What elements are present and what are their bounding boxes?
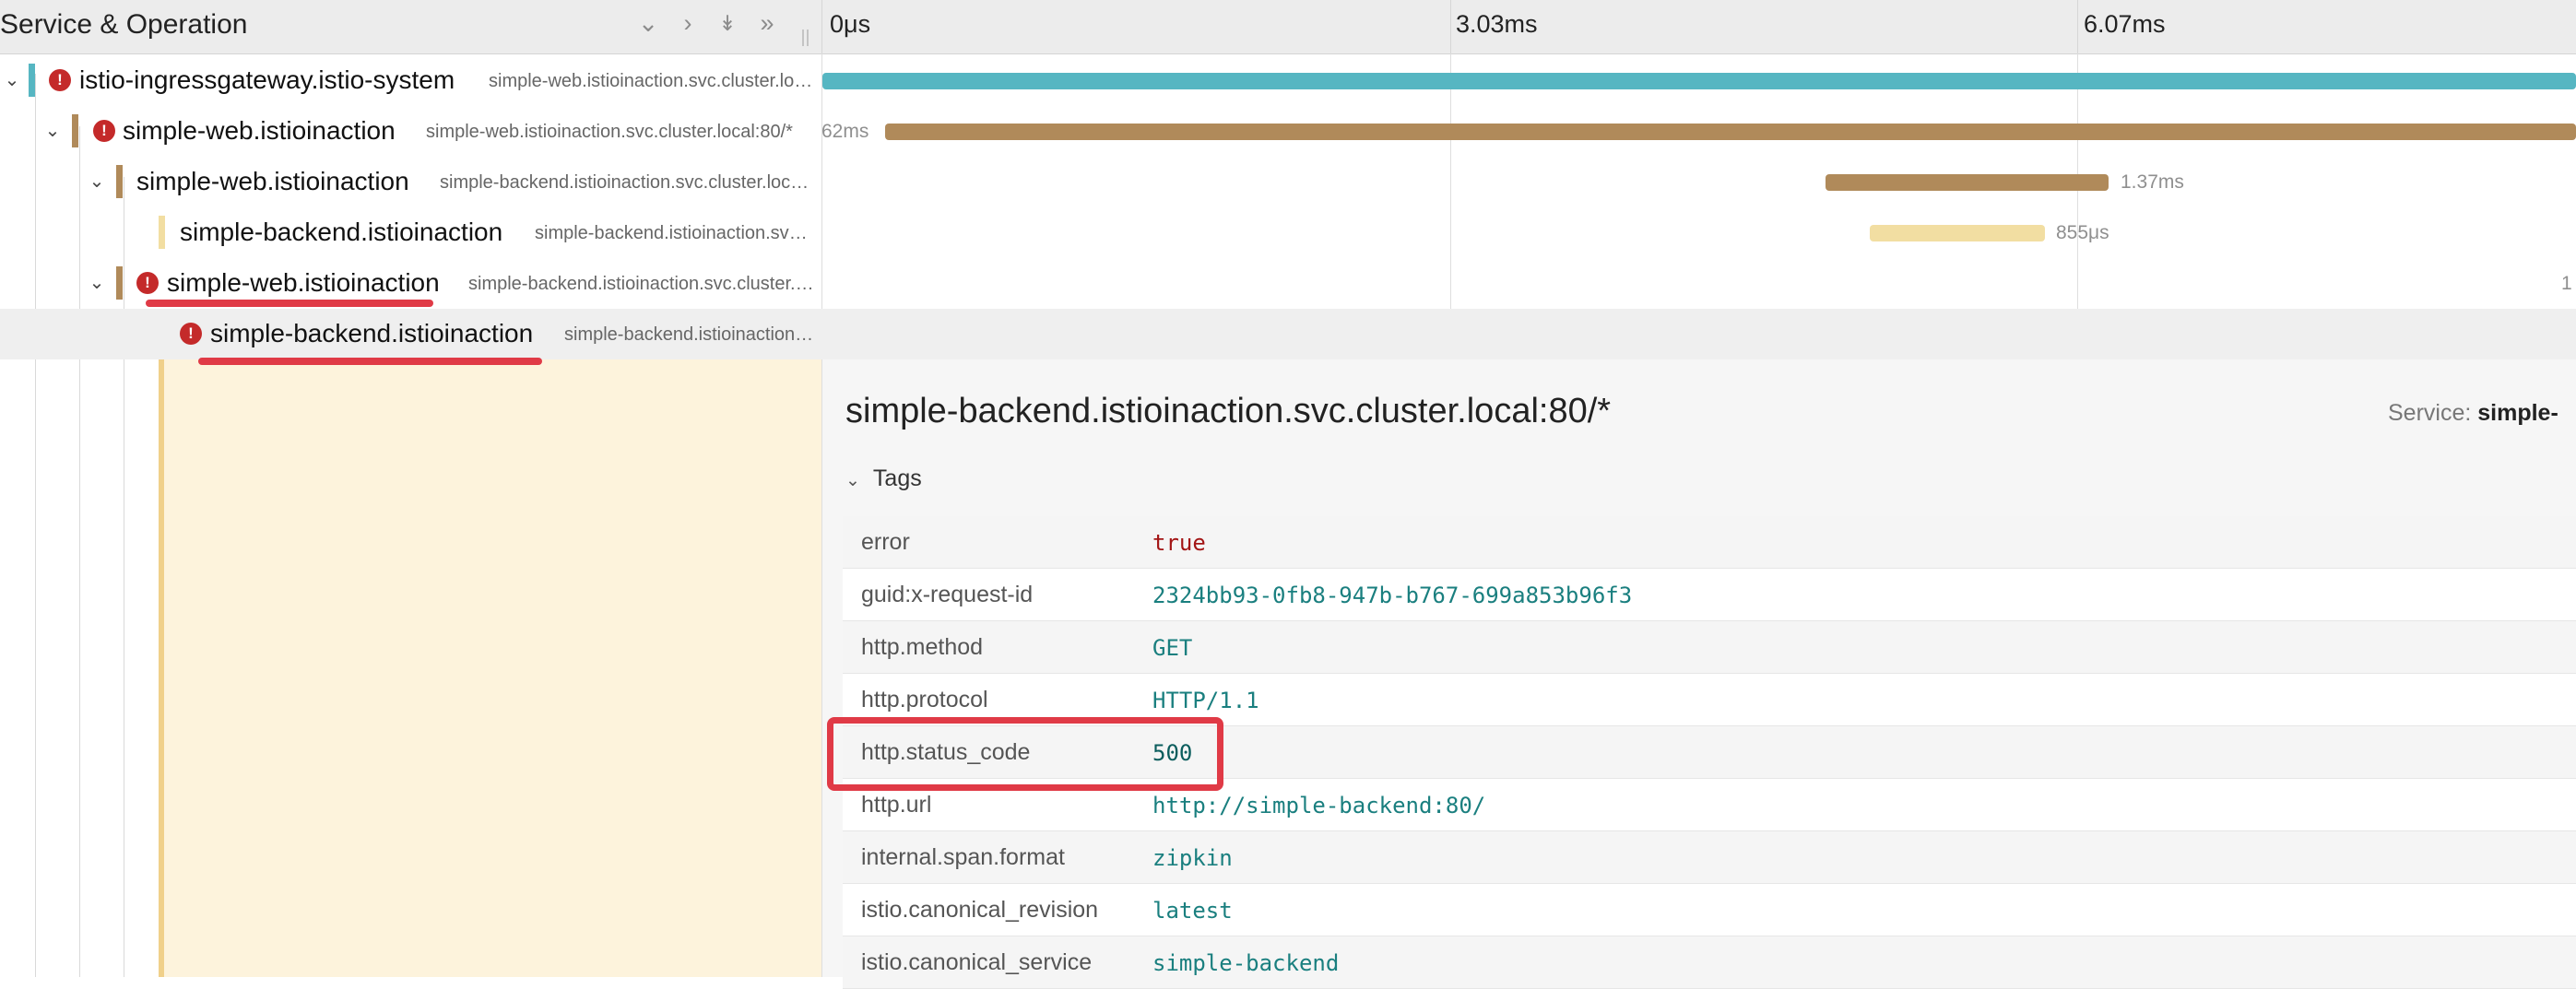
tag-value: simple-backend — [1152, 950, 1340, 976]
expand-all-icon[interactable]: » — [753, 7, 781, 39]
tag-key: internal.span.format — [861, 844, 1065, 870]
annotation-underline — [146, 300, 433, 307]
annotation-underline — [198, 358, 542, 365]
service-color-bar — [116, 165, 123, 198]
chevron-down-icon[interactable]: ⌄ — [41, 112, 65, 149]
span-detail-title: simple-backend.istioinaction.svc.cluster… — [845, 392, 1612, 430]
tag-value: 2324bb93-0fb8-947b-b767-699a853b96f3 — [1152, 583, 1633, 608]
operation-name: simple-web.istioinaction.svc.cluster.loc… — [426, 122, 793, 142]
tag-key: istio.canonical_service — [861, 949, 1093, 975]
tick-label-2: 6.07ms — [2084, 10, 2166, 38]
service-name: istio-ingressgateway.istio-system — [79, 65, 455, 94]
tag-row[interactable]: http.method GET — [843, 621, 2576, 674]
tag-value: latest — [1152, 898, 1233, 924]
span-bar[interactable] — [822, 73, 2576, 89]
service-color-bar — [72, 114, 78, 147]
column-resize-handle[interactable] — [800, 29, 811, 46]
tag-value: true — [1152, 530, 1206, 556]
span-duration: 1 — [2561, 273, 2572, 294]
span-bar[interactable] — [1870, 225, 2045, 241]
annotation-box — [827, 717, 1223, 791]
span-row[interactable]: ⌄ simple-web.istioinaction simple-backen… — [0, 157, 2576, 207]
error-icon: ! — [136, 272, 159, 294]
tag-row[interactable]: istio.canonical_service simple-backend — [843, 936, 2576, 989]
tag-row[interactable]: guid:x-request-id 2324bb93-0fb8-947b-b767… — [843, 569, 2576, 621]
error-icon: ! — [180, 323, 202, 345]
tag-row[interactable]: error true — [843, 516, 2576, 569]
tags-label: Tags — [872, 465, 922, 491]
span-bar[interactable] — [1826, 174, 2109, 191]
error-icon: ! — [93, 120, 115, 142]
operation-name: simple-web.istioinaction.svc.cluster.loc… — [489, 71, 816, 91]
service-color-bar — [29, 64, 35, 97]
tag-value: zipkin — [1152, 845, 1233, 871]
chevron-down-icon: ⌄ — [845, 471, 860, 490]
service-name: simple-backend.istioinaction — [180, 218, 503, 246]
tag-value: GET — [1152, 635, 1193, 661]
service-name: simple-web.istioinaction — [123, 116, 396, 145]
chevron-down-icon[interactable]: ⌄ — [85, 265, 109, 301]
header-divider — [821, 0, 822, 53]
tick-label-1: 3.03ms — [1456, 10, 1538, 38]
tag-key: error — [861, 529, 910, 555]
service-name: simple-web.istioinaction — [136, 167, 409, 195]
span-row[interactable]: simple-backend.istioinaction simple-back… — [0, 207, 2576, 258]
header-tick-line — [1450, 0, 1451, 53]
span-row[interactable]: ⌄ ! istio-ingressgateway.istio-system si… — [0, 55, 2576, 106]
tick-label-0: 0μs — [830, 10, 871, 38]
span-bar[interactable] — [885, 124, 2576, 140]
tag-key: istio.canonical_revision — [861, 897, 1099, 923]
operation-name: simple-backend.istioinaction.svc.cluster… — [440, 172, 816, 193]
tag-key: http.url — [861, 792, 932, 818]
tag-value: http://simple-backend:80/ — [1152, 793, 1486, 818]
detail-indent-line — [159, 356, 164, 977]
collapse-one-icon[interactable]: ⌄ — [634, 7, 662, 39]
column-title: Service & Operation — [0, 9, 248, 40]
tag-row[interactable]: internal.span.format zipkin — [843, 831, 2576, 884]
tag-value: HTTP/1.1 — [1152, 688, 1259, 713]
trace-timeline-header: Service & Operation ⌄ › ↡ » 0μs 3.03ms 6… — [0, 0, 2576, 54]
tag-key: http.method — [861, 634, 984, 660]
header-tick-line — [2077, 0, 2078, 53]
detail-indent-area — [159, 356, 821, 977]
tag-row[interactable]: istio.canonical_revision latest — [843, 884, 2576, 936]
span-row-selected[interactable]: ! simple-backend.istioinaction simple-ba… — [0, 309, 2576, 359]
tag-key: guid:x-request-id — [861, 582, 1034, 607]
service-color-bar — [116, 266, 123, 300]
collapse-all-icon[interactable]: ↡ — [714, 7, 741, 39]
span-duration: 62ms — [821, 121, 869, 142]
error-icon: ! — [49, 69, 71, 91]
expand-one-icon[interactable]: › — [674, 7, 702, 39]
service-color-bar — [159, 216, 165, 249]
span-duration: 855μs — [2056, 222, 2109, 243]
tags-section-toggle[interactable]: ⌄ Tags — [845, 465, 922, 492]
service-label-key: Service: — [2388, 400, 2472, 426]
tag-key: http.protocol — [861, 687, 988, 712]
service-label-value: simple- — [2477, 400, 2558, 426]
chevron-down-icon[interactable]: ⌄ — [85, 163, 109, 200]
service-name: simple-web.istioinaction — [167, 268, 440, 297]
operation-name: simple-backend.istioinaction.svc.cluster… — [564, 324, 816, 345]
service-name: simple-backend.istioinaction — [210, 319, 534, 347]
span-duration: 1.37ms — [2121, 171, 2184, 193]
operation-name: simple-backend.istioinaction.svc.cluster… — [468, 274, 816, 294]
operation-name: simple-backend.istioinaction.svc.cluster… — [535, 223, 816, 243]
span-row[interactable]: ⌄ ! simple-web.istioinaction simple-web.… — [0, 106, 2576, 157]
chevron-down-icon[interactable]: ⌄ — [0, 62, 24, 99]
service-label: Service: simple- — [2388, 400, 2558, 427]
